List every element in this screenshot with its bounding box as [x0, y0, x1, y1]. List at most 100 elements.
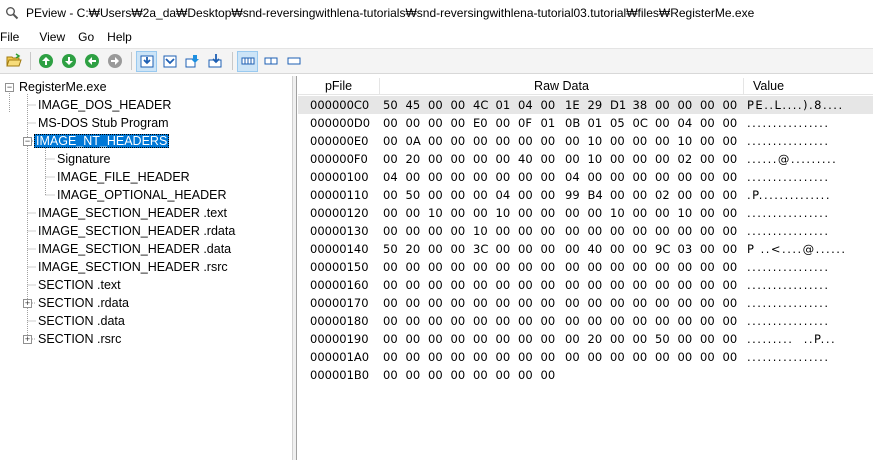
hex-byte[interactable]: 50: [383, 96, 406, 114]
hex-byte[interactable]: 00: [473, 294, 496, 312]
tree-collapse-toggle[interactable]: −: [23, 137, 32, 146]
hex-byte[interactable]: 00: [541, 276, 564, 294]
hex-byte[interactable]: 00: [406, 222, 429, 240]
hex-byte[interactable]: 00: [633, 348, 656, 366]
tree-collapse-toggle[interactable]: −: [5, 83, 14, 92]
tree-item-image-dos-header[interactable]: IMAGE_DOS_HEADER: [36, 97, 173, 114]
hex-byte[interactable]: 00: [383, 204, 406, 222]
column-header-pfile[interactable]: pFile: [298, 78, 380, 95]
hex-byte[interactable]: 00: [541, 330, 564, 348]
hex-byte[interactable]: 00: [518, 312, 541, 330]
hex-byte[interactable]: 50: [383, 240, 406, 258]
hex-byte[interactable]: 00: [610, 132, 633, 150]
view-hex-dword-icon[interactable]: [182, 51, 203, 72]
hex-byte[interactable]: D1: [610, 96, 633, 114]
hex-byte[interactable]: 00: [518, 168, 541, 186]
hex-byte[interactable]: 00: [700, 132, 723, 150]
tree-item-image-nt-headers[interactable]: IMAGE_NT_HEADERS: [34, 133, 170, 150]
hex-byte[interactable]: 00: [565, 132, 588, 150]
hex-byte[interactable]: 00: [633, 204, 656, 222]
hex-byte[interactable]: 00: [473, 186, 496, 204]
hex-byte[interactable]: 01: [588, 114, 611, 132]
hex-byte[interactable]: 00: [383, 294, 406, 312]
hex-byte[interactable]: 99: [565, 186, 588, 204]
hex-byte[interactable]: 9C: [655, 240, 678, 258]
hex-byte[interactable]: 0A: [406, 132, 429, 150]
hex-byte[interactable]: 00: [496, 114, 519, 132]
hex-byte[interactable]: 00: [451, 96, 474, 114]
menu-view[interactable]: View: [39, 30, 72, 44]
hex-byte[interactable]: 00: [428, 114, 451, 132]
view-raw-icon[interactable]: [237, 50, 258, 72]
go-forward-icon[interactable]: [58, 51, 79, 72]
hex-byte[interactable]: 00: [633, 240, 656, 258]
hex-byte[interactable]: 00: [588, 312, 611, 330]
tree-item-section-header-text[interactable]: IMAGE_SECTION_HEADER .text: [36, 205, 229, 222]
hex-byte[interactable]: 00: [428, 330, 451, 348]
hex-byte[interactable]: 00: [496, 222, 519, 240]
hex-byte[interactable]: 00: [451, 240, 474, 258]
hex-byte[interactable]: 00: [610, 348, 633, 366]
hex-byte[interactable]: 20: [406, 150, 429, 168]
hex-byte[interactable]: 00: [518, 258, 541, 276]
hex-byte[interactable]: 00: [541, 96, 564, 114]
hex-byte[interactable]: 00: [406, 330, 429, 348]
hex-byte[interactable]: 00: [723, 168, 746, 186]
hex-byte[interactable]: 00: [700, 276, 723, 294]
hex-byte[interactable]: 00: [473, 132, 496, 150]
hex-byte[interactable]: 20: [406, 240, 429, 258]
hex-byte[interactable]: 04: [565, 168, 588, 186]
hex-byte[interactable]: 00: [541, 348, 564, 366]
view-hex-byte-icon[interactable]: [136, 50, 157, 72]
hex-byte[interactable]: 00: [406, 276, 429, 294]
hex-byte[interactable]: 00: [723, 222, 746, 240]
hex-byte[interactable]: 00: [610, 150, 633, 168]
hex-byte[interactable]: 00: [610, 186, 633, 204]
tree-item-section-text[interactable]: SECTION .text: [36, 277, 123, 294]
hex-byte[interactable]: 00: [406, 168, 429, 186]
hex-byte[interactable]: 01: [541, 114, 564, 132]
hex-byte[interactable]: 20: [588, 330, 611, 348]
hex-byte[interactable]: 00: [406, 312, 429, 330]
hex-byte[interactable]: 00: [678, 348, 701, 366]
hex-byte[interactable]: 00: [473, 366, 496, 384]
hex-byte[interactable]: 00: [700, 186, 723, 204]
hex-byte[interactable]: 00: [383, 258, 406, 276]
hex-byte[interactable]: 00: [565, 312, 588, 330]
hex-byte[interactable]: 10: [496, 204, 519, 222]
hex-byte[interactable]: 00: [451, 168, 474, 186]
hex-byte[interactable]: 00: [383, 312, 406, 330]
hex-byte[interactable]: 00: [383, 186, 406, 204]
go-back-icon[interactable]: [35, 51, 56, 72]
hex-byte[interactable]: 00: [383, 330, 406, 348]
hex-byte[interactable]: 00: [610, 312, 633, 330]
tree-expand-toggle[interactable]: +: [23, 299, 32, 308]
hex-byte[interactable]: 00: [723, 114, 746, 132]
menu-file[interactable]: File: [0, 30, 26, 44]
hex-byte[interactable]: 00: [655, 222, 678, 240]
hex-byte[interactable]: 40: [588, 240, 611, 258]
hex-byte[interactable]: 00: [655, 168, 678, 186]
tree-item-section-rsrc[interactable]: SECTION .rsrc: [36, 331, 123, 348]
hex-byte[interactable]: 00: [565, 240, 588, 258]
hex-byte[interactable]: 00: [610, 240, 633, 258]
hex-byte[interactable]: 00: [473, 312, 496, 330]
hex-byte[interactable]: 00: [541, 186, 564, 204]
hex-byte[interactable]: 00: [518, 348, 541, 366]
hex-byte[interactable]: 00: [678, 276, 701, 294]
hex-byte[interactable]: 00: [678, 330, 701, 348]
hex-row[interactable]: 00000130 00 00 00 00 10 00 00 00 00 00 00 00 00 00 00 00…: [298, 222, 873, 240]
tree-item-section-data[interactable]: SECTION .data: [36, 313, 127, 330]
hex-byte[interactable]: 00: [428, 348, 451, 366]
column-header-value[interactable]: Value: [744, 78, 873, 95]
hex-byte[interactable]: 00: [655, 294, 678, 312]
open-file-icon[interactable]: [3, 51, 24, 72]
hex-byte[interactable]: 50: [655, 330, 678, 348]
hex-byte[interactable]: 00: [541, 294, 564, 312]
hex-byte[interactable]: 00: [565, 294, 588, 312]
hex-byte[interactable]: 0C: [633, 114, 656, 132]
hex-byte[interactable]: 00: [678, 222, 701, 240]
hex-byte[interactable]: 00: [700, 204, 723, 222]
hex-byte[interactable]: 00: [633, 276, 656, 294]
view-section-icon[interactable]: [260, 51, 281, 72]
